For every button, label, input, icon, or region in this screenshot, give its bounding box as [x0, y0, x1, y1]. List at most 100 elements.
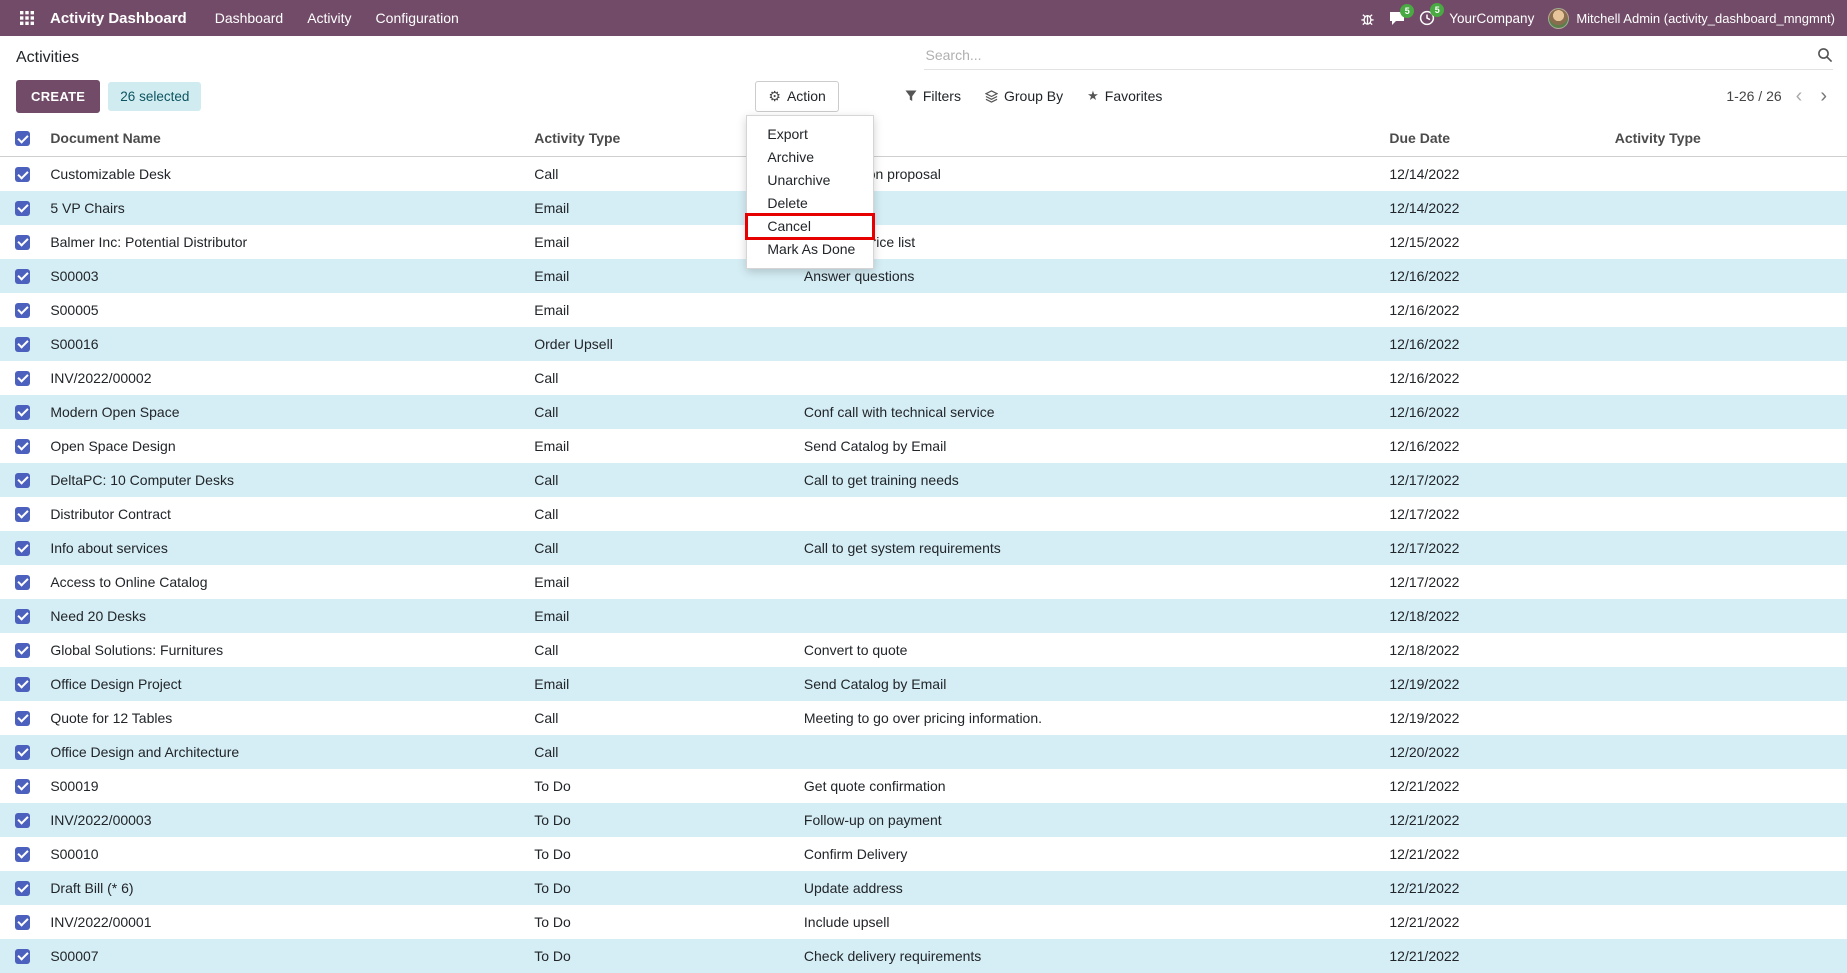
action-menu-item[interactable]: Unarchive [747, 169, 873, 192]
cell-activity-type-2 [1609, 565, 1847, 599]
cell-due-date: 12/15/2022 [1383, 225, 1608, 259]
cell-activity-type-2 [1609, 803, 1847, 837]
action-menu-item[interactable]: Export [747, 123, 873, 146]
avatar [1548, 8, 1569, 29]
apps-grid-icon[interactable] [12, 0, 42, 36]
create-button[interactable]: CREATE [16, 80, 100, 113]
table-row[interactable]: DeltaPC: 10 Computer Desks Call Call to … [0, 463, 1847, 497]
cell-activity-type: Order Upsell [528, 327, 798, 361]
table-row[interactable]: Distributor Contract Call 12/17/2022 [0, 497, 1847, 531]
row-checkbox[interactable] [15, 949, 30, 964]
select-all-checkbox[interactable] [15, 131, 30, 146]
table-row[interactable]: INV/2022/00002 Call 12/16/2022 [0, 361, 1847, 395]
row-checkbox[interactable] [15, 541, 30, 556]
table-row[interactable]: Global Solutions: Furnitures Call Conver… [0, 633, 1847, 667]
row-checkbox[interactable] [15, 167, 30, 182]
cell-document-name: Open Space Design [44, 429, 528, 463]
column-header-due-date[interactable]: Due Date [1383, 120, 1608, 157]
nav-menu-item[interactable]: Activity [295, 0, 363, 36]
cell-document-name: S00007 [44, 939, 528, 973]
gear-icon: ⚙ [768, 88, 781, 105]
row-checkbox[interactable] [15, 609, 30, 624]
table-row[interactable]: INV/2022/00001 To Do Include upsell 12/2… [0, 905, 1847, 939]
row-checkbox[interactable] [15, 881, 30, 896]
table-row[interactable]: S00016 Order Upsell 12/16/2022 [0, 327, 1847, 361]
cell-activity-type-2 [1609, 497, 1847, 531]
table-row[interactable]: Customizable Desk Call Follow up on prop… [0, 157, 1847, 191]
nav-menu-item[interactable]: Dashboard [203, 0, 296, 36]
row-checkbox[interactable] [15, 711, 30, 726]
cell-activity-type-2 [1609, 293, 1847, 327]
row-checkbox[interactable] [15, 813, 30, 828]
company-switcher[interactable]: YourCompany [1449, 11, 1534, 26]
group-by-button[interactable]: Group By [975, 82, 1073, 110]
row-checkbox[interactable] [15, 677, 30, 692]
row-checkbox[interactable] [15, 371, 30, 386]
cell-summary: Follow-up on payment [798, 803, 1384, 837]
table-row[interactable]: S00003 Email Answer questions 12/16/2022 [0, 259, 1847, 293]
action-dropdown-button[interactable]: ⚙ Action [755, 81, 838, 112]
row-checkbox[interactable] [15, 235, 30, 250]
debug-bug-icon[interactable] [1360, 11, 1375, 26]
table-row[interactable]: S00010 To Do Confirm Delivery 12/21/2022 [0, 837, 1847, 871]
action-menu-item[interactable]: Delete [747, 192, 873, 215]
cell-summary: Get quote confirmation [798, 769, 1384, 803]
filters-button[interactable]: Filters [895, 82, 971, 110]
table-row[interactable]: Modern Open Space Call Conf call with te… [0, 395, 1847, 429]
cell-due-date: 12/21/2022 [1383, 905, 1608, 939]
table-row[interactable]: Open Space Design Email Send Catalog by … [0, 429, 1847, 463]
pager: 1-26 / 26 ‹ › [1726, 86, 1831, 106]
table-row[interactable]: S00005 Email 12/16/2022 [0, 293, 1847, 327]
table-row[interactable]: Need 20 Desks Email 12/18/2022 [0, 599, 1847, 633]
table-row[interactable]: 5 VP Chairs Email 12/14/2022 [0, 191, 1847, 225]
table-row[interactable]: Draft Bill (* 6) To Do Update address 12… [0, 871, 1847, 905]
search-input[interactable] [924, 46, 1818, 64]
user-menu[interactable]: Mitchell Admin (activity_dashboard_mngmn… [1548, 8, 1835, 29]
cell-due-date: 12/14/2022 [1383, 157, 1608, 191]
action-menu-item[interactable]: Mark As Done [747, 238, 873, 261]
row-checkbox[interactable] [15, 507, 30, 522]
row-checkbox[interactable] [15, 575, 30, 590]
row-checkbox[interactable] [15, 643, 30, 658]
column-header-document-name[interactable]: Document Name [44, 120, 528, 157]
table-row[interactable]: Quote for 12 Tables Call Meeting to go o… [0, 701, 1847, 735]
row-checkbox[interactable] [15, 847, 30, 862]
favorites-button[interactable]: ★ Favorites [1077, 82, 1172, 110]
row-checkbox[interactable] [15, 269, 30, 284]
row-checkbox[interactable] [15, 439, 30, 454]
search-icon[interactable] [1817, 47, 1833, 63]
table-row[interactable]: Office Design Project Email Send Catalog… [0, 667, 1847, 701]
app-title[interactable]: Activity Dashboard [48, 10, 197, 27]
table-row[interactable]: INV/2022/00003 To Do Follow-up on paymen… [0, 803, 1847, 837]
activities-clock-icon[interactable]: 5 [1419, 10, 1435, 26]
row-checkbox[interactable] [15, 201, 30, 216]
table-row[interactable]: Info about services Call Call to get sys… [0, 531, 1847, 565]
table-row[interactable]: S00019 To Do Get quote confirmation 12/2… [0, 769, 1847, 803]
table-row[interactable]: S00007 To Do Check delivery requirements… [0, 939, 1847, 973]
row-checkbox[interactable] [15, 915, 30, 930]
cell-activity-type: To Do [528, 871, 798, 905]
cell-activity-type: Call [528, 361, 798, 395]
row-checkbox[interactable] [15, 405, 30, 420]
cell-summary [798, 191, 1384, 225]
cell-due-date: 12/18/2022 [1383, 599, 1608, 633]
table-row[interactable]: Office Design and Architecture Call 12/2… [0, 735, 1847, 769]
pager-next-button[interactable]: › [1816, 86, 1831, 106]
action-menu-item[interactable]: Archive [747, 146, 873, 169]
table-row[interactable]: Balmer Inc: Potential Distributor Email … [0, 225, 1847, 259]
pager-previous-button[interactable]: ‹ [1792, 86, 1807, 106]
cell-document-name: INV/2022/00001 [44, 905, 528, 939]
messages-icon[interactable]: 5 [1389, 11, 1405, 26]
action-menu-item[interactable]: Cancel [747, 215, 873, 238]
row-checkbox[interactable] [15, 303, 30, 318]
cell-summary: Confirm Delivery [798, 837, 1384, 871]
search-bar [924, 46, 1834, 70]
row-checkbox[interactable] [15, 337, 30, 352]
row-checkbox[interactable] [15, 779, 30, 794]
nav-menu-item[interactable]: Configuration [364, 0, 471, 36]
column-header-activity-type-2[interactable]: Activity Type [1609, 120, 1847, 157]
column-header-summary[interactable]: Summary [798, 120, 1384, 157]
table-row[interactable]: Access to Online Catalog Email 12/17/202… [0, 565, 1847, 599]
row-checkbox[interactable] [15, 745, 30, 760]
row-checkbox[interactable] [15, 473, 30, 488]
